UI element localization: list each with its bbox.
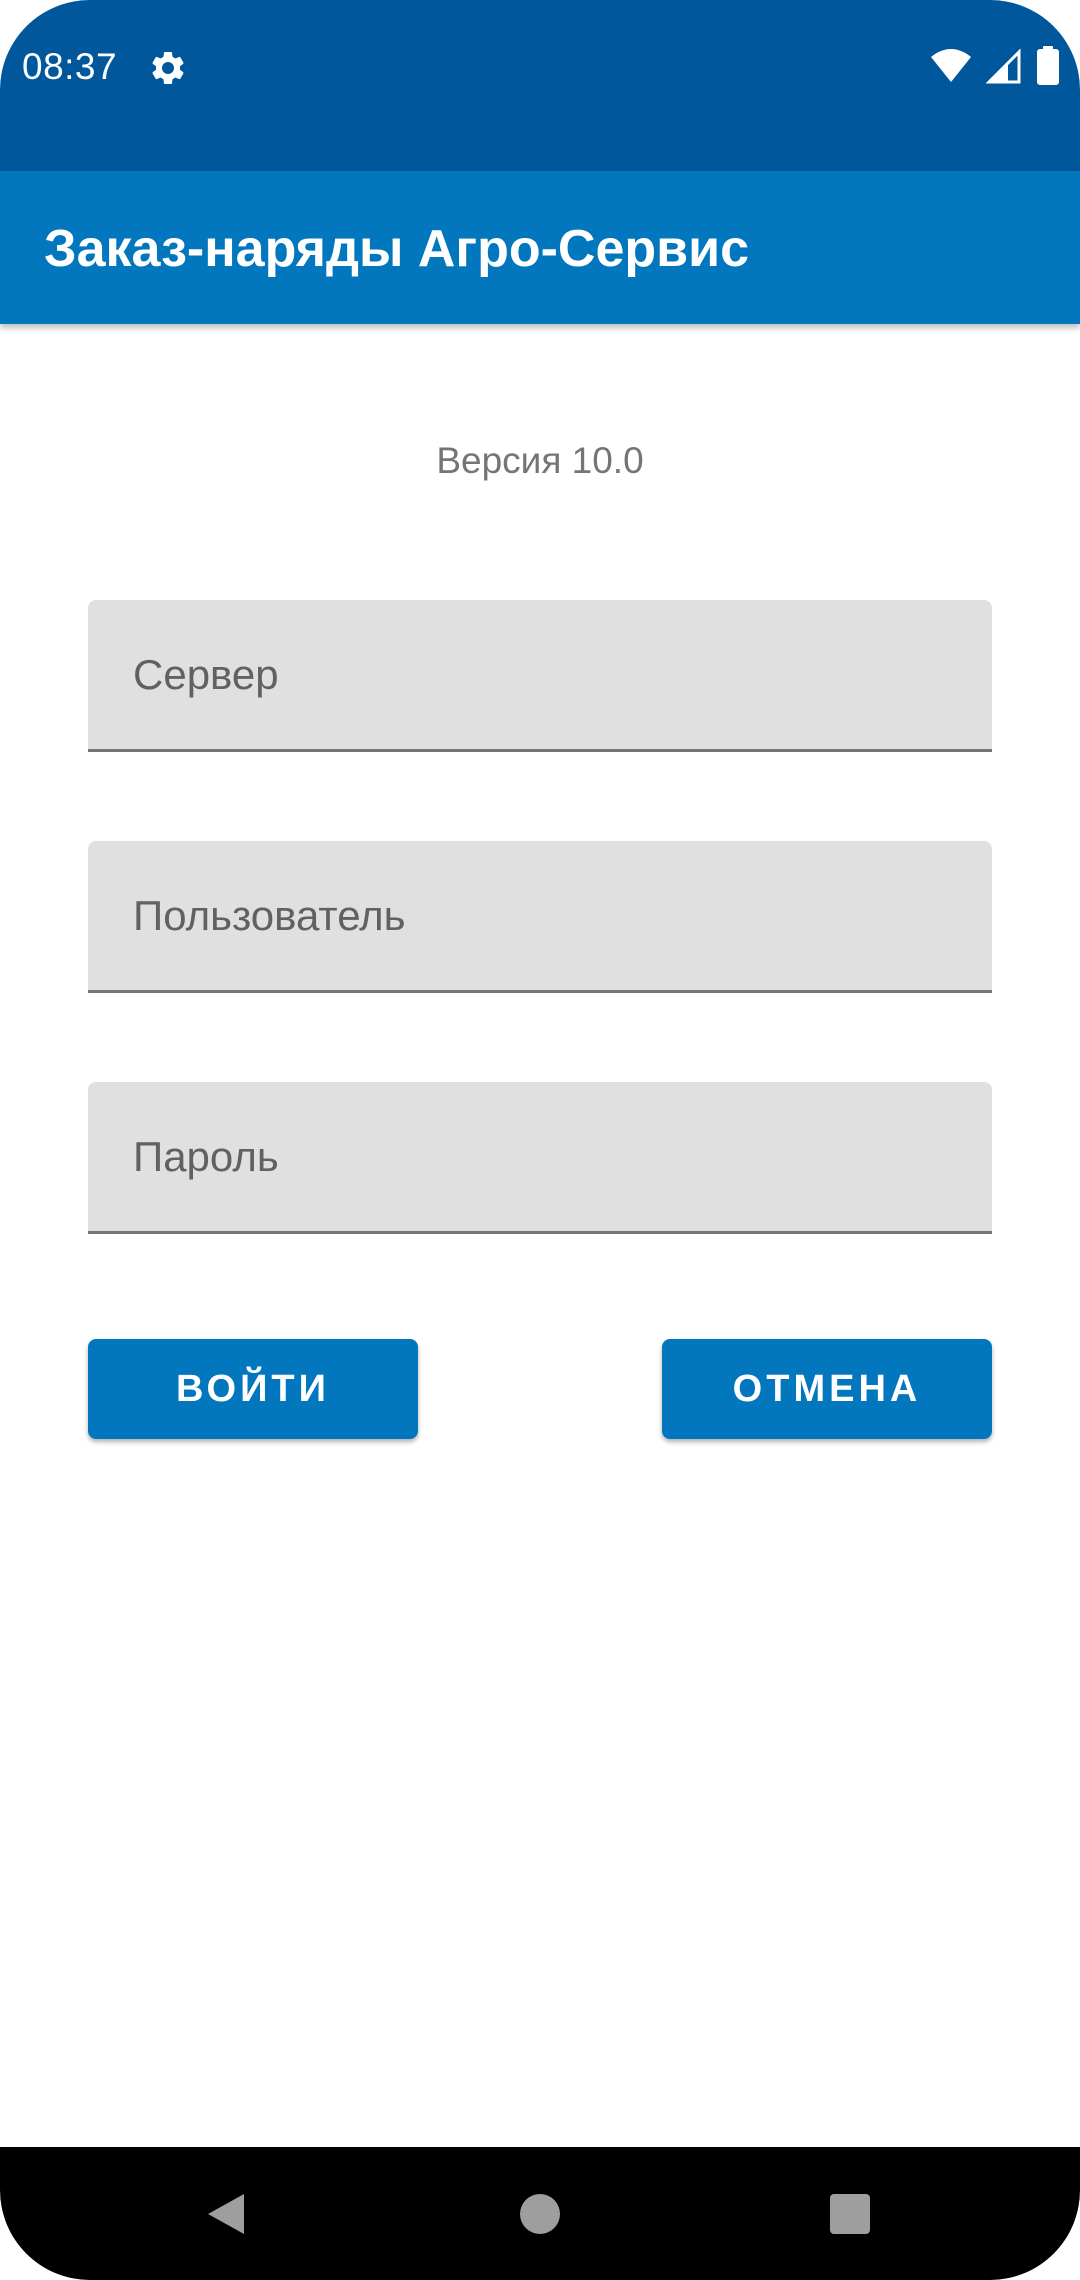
password-field[interactable] — [88, 1082, 992, 1234]
signal-icon — [986, 48, 1021, 84]
phone-screen: 08:37 Заказ-наряды Агро-Сервис Версия 10… — [0, 0, 1080, 2280]
app-bar: Заказ-наряды Агро-Сервис — [0, 171, 1080, 324]
login-button-label: ВОЙТИ — [176, 1367, 330, 1410]
recent-apps-button[interactable] — [790, 2147, 910, 2280]
home-button[interactable] — [480, 2147, 600, 2280]
server-input[interactable] — [88, 600, 992, 749]
gear-icon — [152, 51, 184, 84]
cancel-button-label: ОТМЕНА — [732, 1367, 922, 1410]
status-time: 08:37 — [22, 46, 118, 87]
battery-icon — [1037, 46, 1059, 85]
status-icons — [930, 46, 1060, 86]
version-label: Версия 10.0 — [436, 440, 644, 481]
back-icon — [208, 2193, 244, 2234]
server-field[interactable] — [88, 600, 992, 752]
navigation-bar — [0, 2147, 1080, 2280]
recent-apps-icon — [830, 2193, 870, 2234]
login-button[interactable]: ВОЙТИ — [88, 1339, 418, 1439]
user-input[interactable] — [88, 841, 992, 990]
wifi-icon — [931, 49, 971, 82]
back-button[interactable] — [166, 2147, 286, 2280]
app-title: Заказ-наряды Агро-Сервис — [44, 220, 749, 278]
user-field[interactable] — [88, 841, 992, 993]
password-input[interactable] — [88, 1082, 992, 1231]
cancel-button[interactable]: ОТМЕНА — [662, 1339, 992, 1439]
status-bar: 08:37 — [0, 0, 1080, 171]
home-icon — [520, 2193, 560, 2234]
